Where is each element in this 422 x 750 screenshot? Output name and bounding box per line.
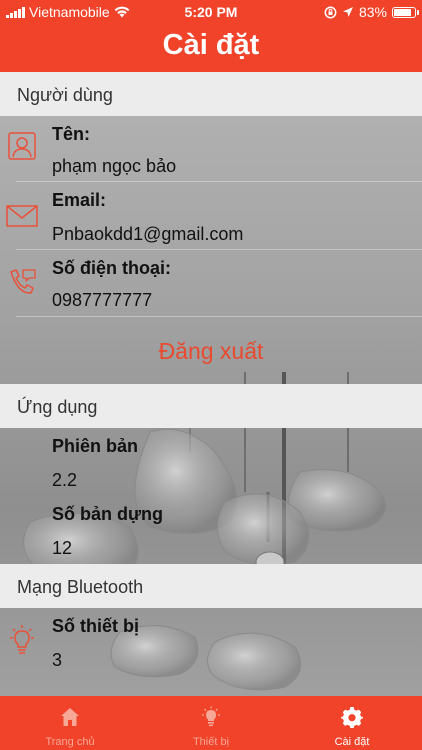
- row-divider: [16, 316, 422, 317]
- name-value: phạm ngọc bảo: [52, 156, 177, 176]
- name-label: Tên:: [52, 124, 90, 144]
- home-icon: [61, 708, 79, 726]
- orientation-lock-icon: [324, 6, 337, 18]
- status-bar: Vietnamobile 5:20 PM 83%: [0, 0, 422, 24]
- page-title: Cài đặt: [162, 29, 260, 61]
- build-value: 12: [52, 538, 73, 558]
- email-value: Pnbaokdd1@gmail.com: [52, 224, 244, 244]
- app-version-row: Phiên bản 2.2: [0, 428, 422, 496]
- battery-percent: 83%: [358, 4, 387, 20]
- battery-icon: [392, 6, 419, 18]
- user-phone-row: Số điện thoại: 0987777777: [0, 250, 422, 316]
- section-header-bluetooth: Mạng Bluetooth: [0, 564, 422, 608]
- lightbulb-icon: [202, 706, 220, 727]
- version-label: Phiên bản: [52, 436, 139, 456]
- email-label: Email:: [52, 190, 107, 210]
- phone-chat-icon: [10, 269, 36, 294]
- navigation-bar: Cài đặt: [0, 24, 422, 72]
- tab-devices[interactable]: Thiết bị: [140, 696, 282, 750]
- tab-settings[interactable]: Cài đặt: [282, 696, 422, 750]
- bluetooth-devices-row: Số thiết bị 3: [0, 608, 422, 678]
- user-profile-icon: [8, 132, 36, 160]
- app-build-row: Số bản dựng 12: [0, 496, 422, 564]
- devices-label: Số thiết bị: [52, 616, 139, 636]
- tab-devices-label: Thiết bị: [192, 736, 230, 748]
- tab-home-label: Trang chủ: [45, 736, 95, 748]
- tab-bar: Trang chủ Thiết bị Cài đặt: [0, 696, 422, 750]
- user-name-row: Tên: phạm ngọc bảo: [0, 116, 422, 182]
- user-email-row: Email: Pnbaokdd1@gmail.com: [0, 182, 422, 250]
- tab-home[interactable]: Trang chủ: [0, 696, 140, 750]
- logout-button[interactable]: Đăng xuất: [0, 338, 422, 365]
- location-arrow-icon: [342, 7, 353, 17]
- mail-icon: [6, 205, 38, 227]
- version-value: 2.2: [52, 470, 78, 490]
- lightbulb-icon: [10, 625, 34, 654]
- build-label: Số bản dựng: [52, 504, 164, 524]
- section-header-app: Ứng dụng: [0, 384, 422, 428]
- phone-label: Số điện thoại:: [52, 258, 171, 278]
- devices-value: 3: [52, 650, 63, 670]
- tab-settings-label: Cài đặt: [334, 736, 370, 748]
- section-header-user: Người dùng: [0, 72, 422, 116]
- gear-icon: [341, 707, 363, 728]
- settings-list[interactable]: Người dùng Tên: phạm ngọc bảo Email: Pnb…: [0, 72, 422, 696]
- phone-value: 0987777777: [52, 290, 153, 310]
